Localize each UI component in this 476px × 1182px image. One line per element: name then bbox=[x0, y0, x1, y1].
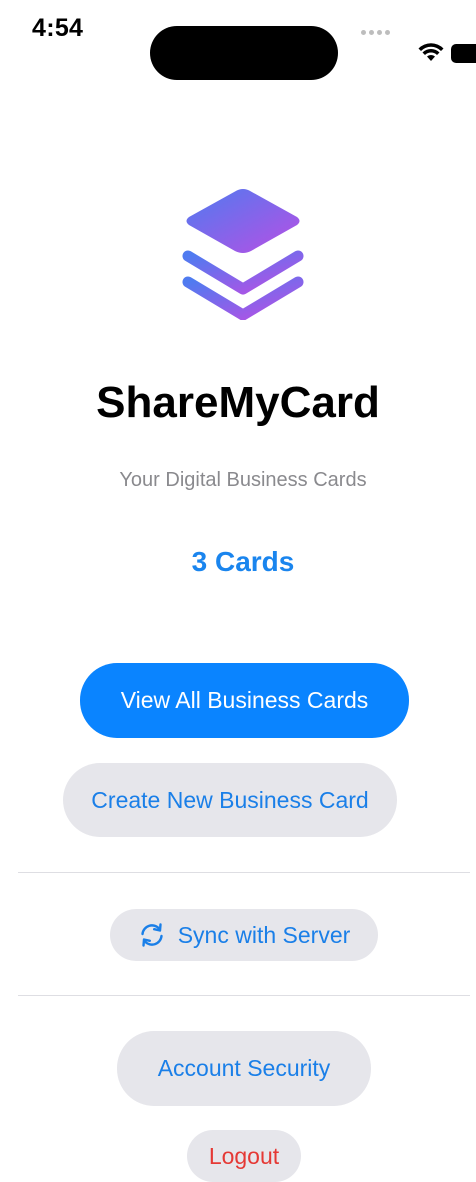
status-bar: 4:54 bbox=[0, 0, 476, 90]
status-time: 4:54 bbox=[32, 14, 84, 42]
logout-label: Logout bbox=[208, 1142, 280, 1169]
sync-arrows-icon bbox=[138, 921, 166, 949]
divider bbox=[18, 995, 470, 996]
sync-button[interactable]: Sync with Server bbox=[110, 909, 378, 961]
create-card-label: Create New Business Card bbox=[91, 786, 369, 813]
create-card-button[interactable]: Create New Business Card bbox=[63, 763, 397, 837]
app-subtitle: Your Digital Business Cards bbox=[119, 469, 367, 491]
account-security-button[interactable]: Account Security bbox=[117, 1031, 371, 1106]
view-all-cards-label: View All Business Cards bbox=[120, 687, 369, 713]
card-count: 3 Cards bbox=[191, 546, 295, 577]
stacked-layers-icon bbox=[182, 189, 304, 320]
battery-icon bbox=[451, 44, 476, 63]
account-security-label: Account Security bbox=[157, 1055, 331, 1081]
wifi-icon bbox=[418, 43, 444, 61]
sync-label: Sync with Server bbox=[177, 921, 351, 948]
logout-button[interactable]: Logout bbox=[187, 1130, 301, 1182]
divider bbox=[18, 872, 470, 873]
dynamic-island bbox=[150, 26, 338, 80]
app-title: ShareMyCard bbox=[96, 378, 380, 427]
cellular-signal-icon bbox=[361, 30, 395, 38]
view-all-cards-button[interactable]: View All Business Cards bbox=[80, 663, 409, 738]
